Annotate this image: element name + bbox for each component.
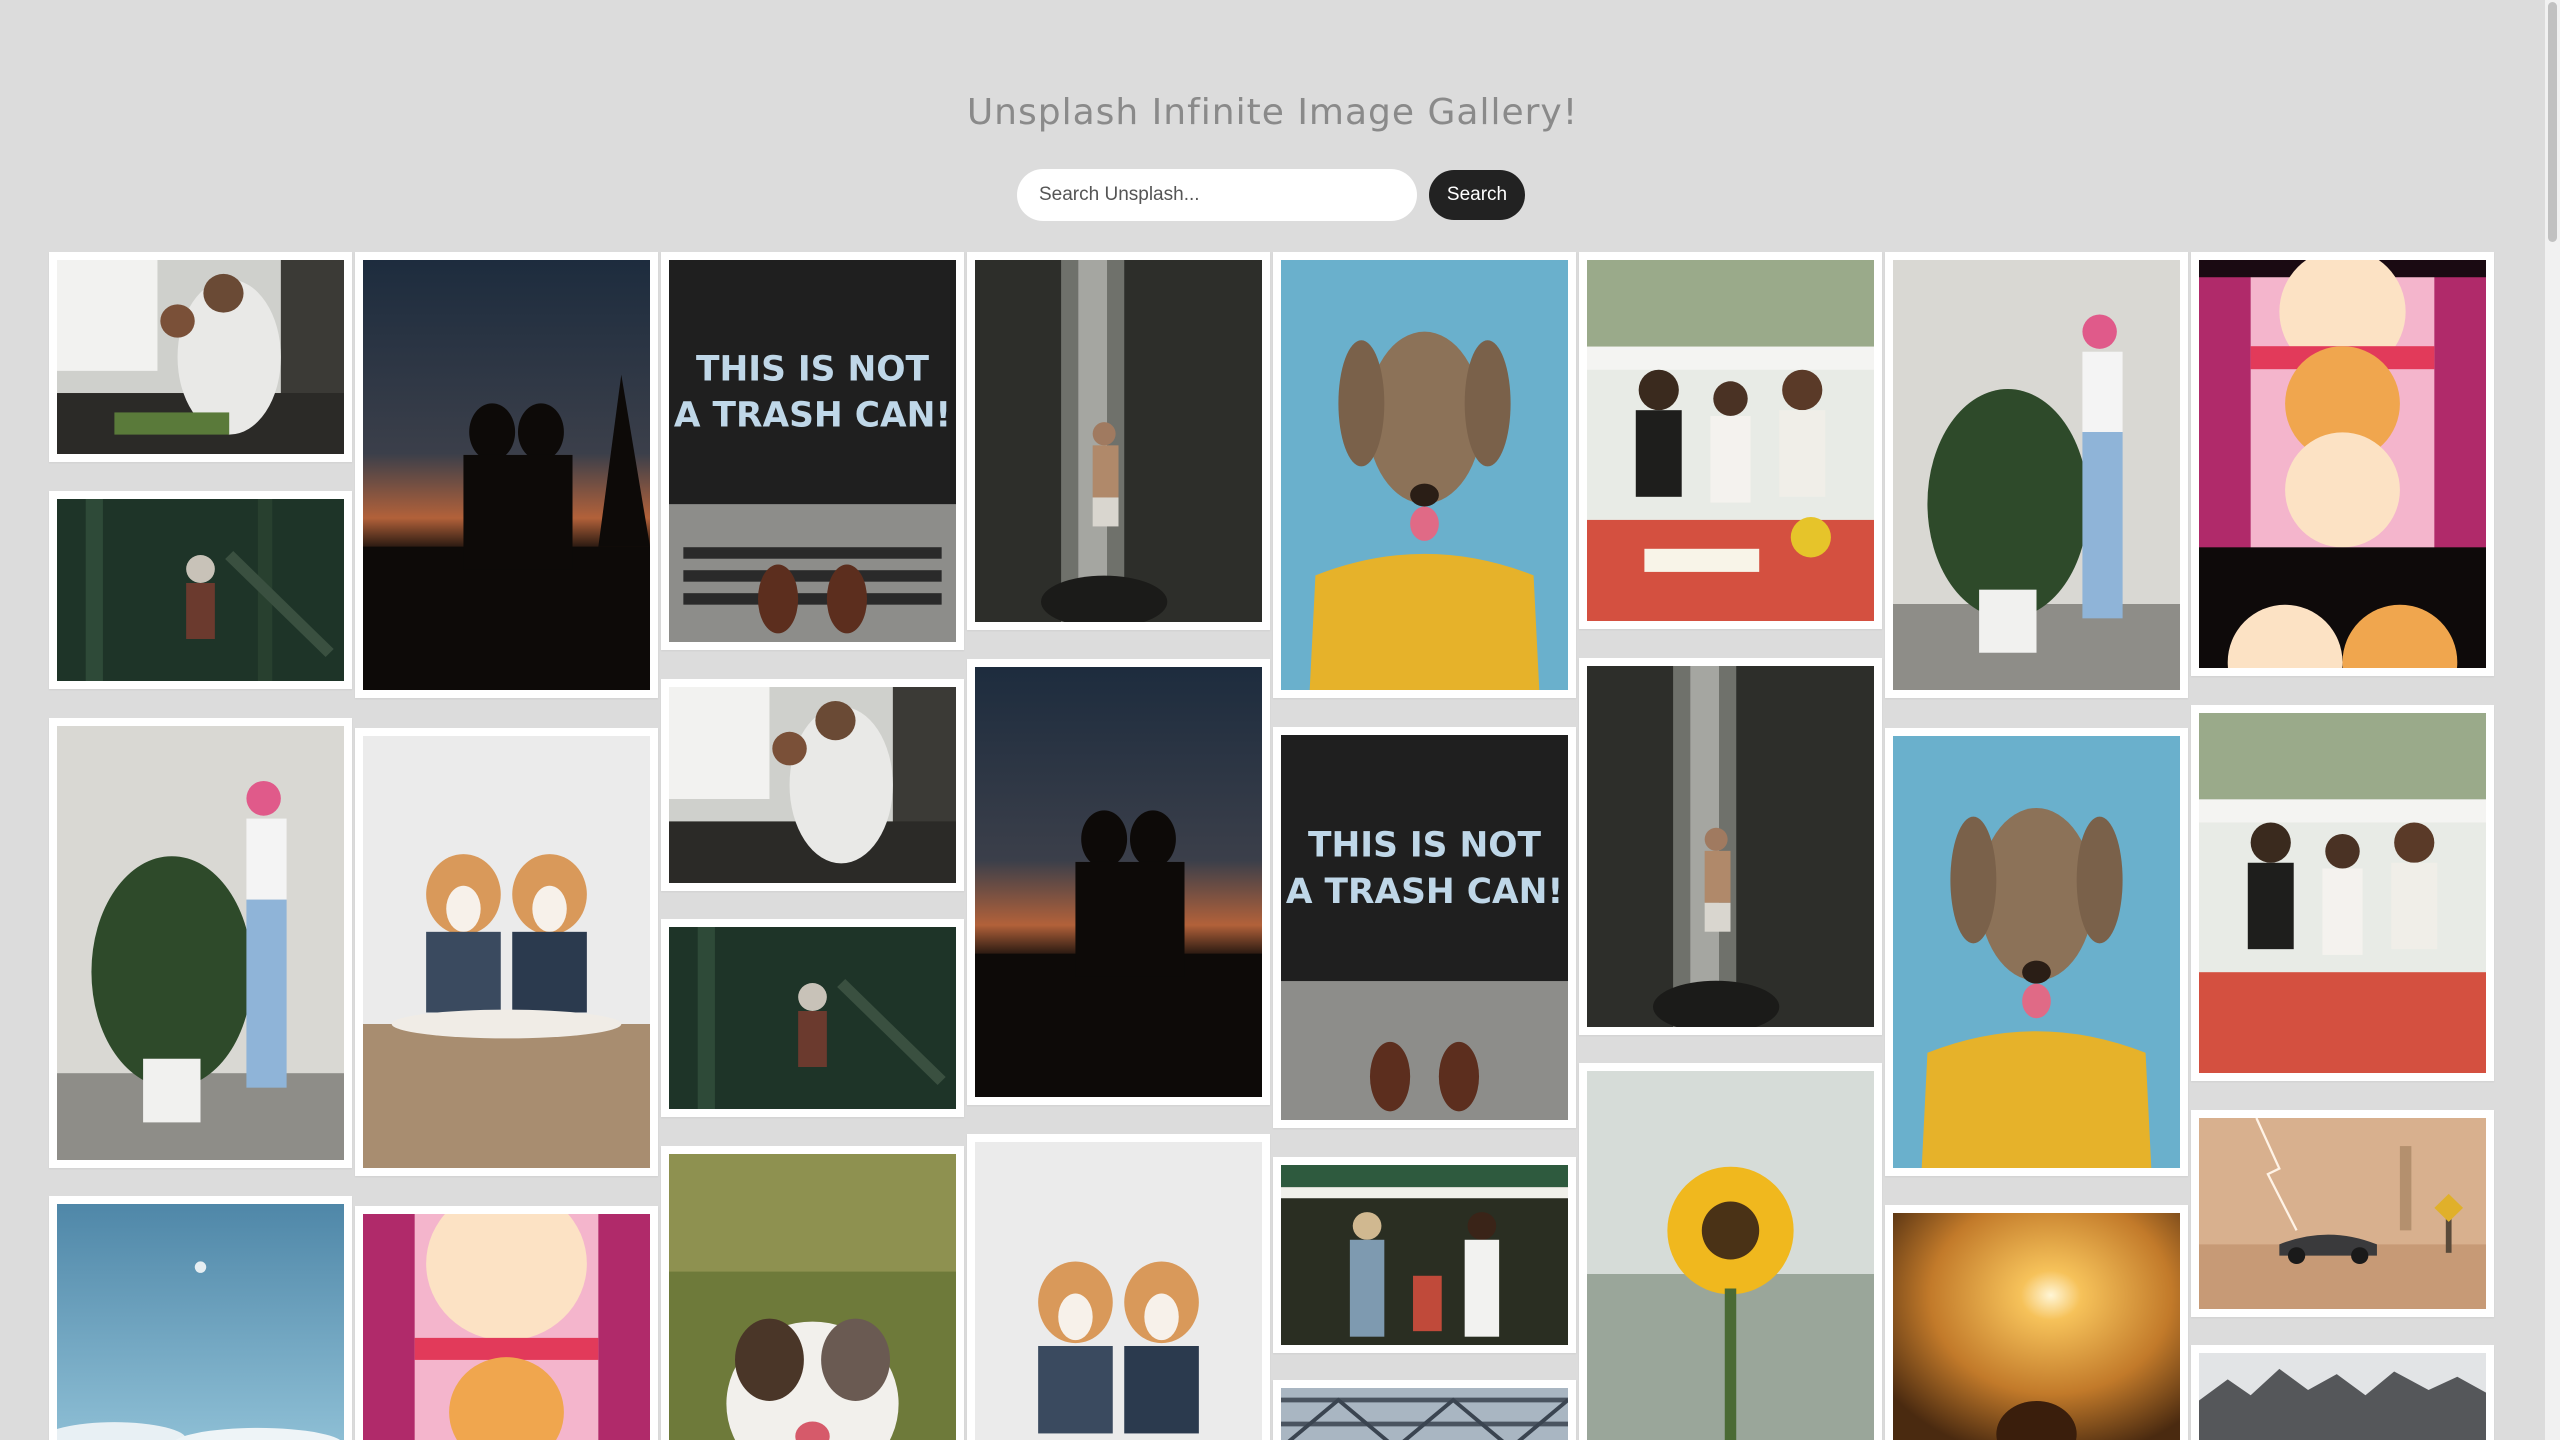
svg-text:THIS IS NOT: THIS IS NOT <box>1308 825 1541 865</box>
photo-not-a-trash-can-street-2: THIS IS NOT A TRASH CAN! <box>1281 735 1568 1120</box>
gallery-card[interactable] <box>661 1146 964 1440</box>
gallery-card[interactable] <box>1273 1157 1576 1353</box>
gallery-card[interactable] <box>355 728 658 1176</box>
gallery-card[interactable] <box>2191 705 2494 1081</box>
photo-dog-yellow-sweater-2 <box>1893 736 2180 1168</box>
photo-rocky-mountains <box>2199 1353 2486 1440</box>
scrollbar-thumb[interactable] <box>2548 2 2557 242</box>
photo-not-a-trash-can-street: THIS IS NOT A TRASH CAN! <box>669 260 956 642</box>
gallery-card[interactable] <box>1273 252 1576 698</box>
photo-women-laughing-market <box>1281 1165 1568 1345</box>
page-scrollbar[interactable] <box>2545 0 2560 1440</box>
photo-sunset-dog <box>1893 1213 2180 1440</box>
photo-australian-shepherd <box>669 1154 956 1440</box>
gallery-card[interactable] <box>1885 1205 2188 1440</box>
gallery-card[interactable] <box>2191 1345 2494 1440</box>
photo-cooking-family-2 <box>669 687 956 883</box>
search-button[interactable]: Search <box>1429 170 1525 220</box>
svg-text:THIS IS NOT: THIS IS NOT <box>696 350 930 390</box>
gallery-card[interactable] <box>1579 252 1882 629</box>
gallery-card[interactable] <box>2191 1110 2494 1317</box>
photo-corgis <box>363 736 650 1168</box>
svg-text:A TRASH CAN!: A TRASH CAN! <box>674 396 951 436</box>
photo-family-dining-terrace-2 <box>2199 713 2486 1073</box>
page-title: Unsplash Infinite Image Gallery! <box>966 92 1579 133</box>
photo-corgis-2 <box>975 1142 1262 1440</box>
photo-family-dining-terrace <box>1587 260 1874 621</box>
gallery-page: Unsplash Infinite Image Gallery! Search <box>0 0 2545 1440</box>
gallery-card[interactable] <box>967 252 1270 630</box>
photo-sunflower <box>1587 1071 1874 1440</box>
photo-cooking-family <box>57 260 344 454</box>
gallery-card[interactable]: THIS IS NOT A TRASH CAN! <box>661 252 964 650</box>
search-form: Search <box>1017 168 1525 222</box>
photo-dog-yellow-sweater <box>1281 260 1568 690</box>
photo-jungle-astronaut <box>57 499 344 681</box>
photo-couple-silhouette-sunset-2 <box>975 667 1262 1097</box>
gallery-card[interactable] <box>1885 252 2188 698</box>
photo-couple-silhouette-sunset <box>363 260 650 690</box>
gallery-card[interactable] <box>1579 1063 1882 1440</box>
gallery-card[interactable] <box>49 1196 352 1440</box>
gallery-card[interactable] <box>661 679 964 891</box>
photo-woman-monstera-plant <box>57 726 344 1160</box>
photo-jungle-astronaut-2 <box>669 927 956 1109</box>
svg-text:A TRASH CAN!: A TRASH CAN! <box>1286 872 1563 912</box>
photo-geometric-pattern <box>2199 260 2486 668</box>
photo-sky-moon <box>57 1204 344 1440</box>
gallery-card[interactable] <box>1885 728 2188 1176</box>
gallery-card[interactable] <box>49 718 352 1168</box>
gallery-card[interactable] <box>1273 1380 1576 1440</box>
gallery-card[interactable] <box>355 1206 658 1440</box>
gallery-card[interactable]: THIS IS NOT A TRASH CAN! <box>1273 727 1576 1128</box>
gallery-card[interactable] <box>967 659 1270 1105</box>
photo-waterfall-man-2 <box>1587 666 1874 1027</box>
gallery-card[interactable] <box>2191 252 2494 676</box>
gallery-card[interactable] <box>661 919 964 1117</box>
photo-waterfall-man <box>975 260 1262 622</box>
gallery-card[interactable] <box>49 252 352 462</box>
photo-car-desert-lightning <box>2199 1118 2486 1309</box>
photo-woman-monstera-plant-2 <box>1893 260 2180 690</box>
gallery-card[interactable] <box>1579 658 1882 1035</box>
gallery-card[interactable] <box>967 1134 1270 1440</box>
gallery-card[interactable] <box>49 491 352 689</box>
gallery-card[interactable] <box>355 252 658 698</box>
search-input[interactable] <box>1017 169 1417 221</box>
photo-geometric-pattern-2 <box>363 1214 650 1440</box>
photo-bridge-structure <box>1281 1388 1568 1440</box>
